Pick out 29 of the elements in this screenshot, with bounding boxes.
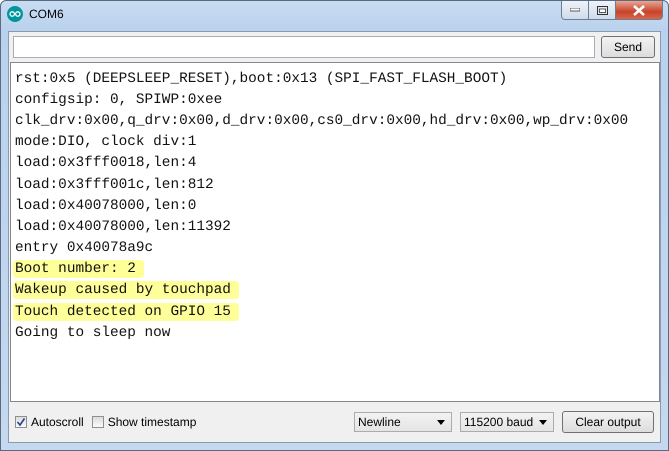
maximize-button[interactable] (589, 1, 616, 20)
minimize-button[interactable] (561, 1, 589, 20)
caret-icon (437, 420, 445, 424)
minimize-icon (570, 8, 580, 12)
clear-output-button[interactable]: Clear output (562, 411, 654, 433)
output-line: rst:0x5 (DEEPSLEEP_RESET),boot:0x13 (SPI_FAST_FLASH_BOOT) (14, 70, 508, 88)
caret-icon (539, 420, 547, 424)
baud-rate-dropdown[interactable]: 115200 baud (460, 412, 554, 432)
close-button[interactable] (616, 1, 663, 20)
app-logo-icon (7, 6, 23, 22)
input-field[interactable] (13, 36, 595, 58)
output-line: load:0x40078000,len:11392 (14, 218, 232, 236)
window-title: COM6 (29, 7, 64, 21)
output-line: load:0x40078000,len:0 (14, 196, 198, 215)
maximize-icon (596, 6, 608, 14)
checkbox-label[interactable]: Show timestamp (108, 415, 196, 429)
output-line: load:0x3fff0018,len:4 (14, 154, 198, 172)
output-line: entry 0x40078a9c (14, 239, 154, 258)
line-ending-dropdown[interactable]: Newline (354, 412, 452, 432)
checkbox-label[interactable]: Autoscroll (31, 415, 84, 429)
output-line: mode:DIO, clock div:1 (14, 133, 198, 152)
output-line: clk_drv:0x00,q_drv:0x00,d_drv:0x00,cs0_drv:0x00,hd_drv:0x00,wp_drv:0x00 (14, 112, 630, 130)
output-line: Going to sleep now (14, 324, 172, 342)
checkbox[interactable] (92, 416, 104, 428)
output-line: load:0x3fff001c,len:812 (14, 176, 215, 194)
close-icon (632, 4, 646, 16)
output-line: configsip: 0, SPIWP:0xee (14, 90, 224, 109)
send-button[interactable]: Send (601, 36, 655, 58)
checkbox[interactable] (15, 416, 27, 428)
